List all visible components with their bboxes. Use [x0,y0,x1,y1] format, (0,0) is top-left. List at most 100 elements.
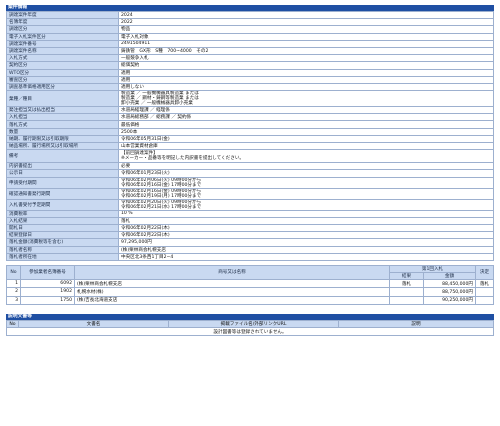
field-label: 結果登録日 [6,231,119,240]
company-name: 札幌水材(株) [74,287,390,297]
field-label: 数量 [6,127,119,136]
field-value: 令和06年05月31日(金) [118,134,494,144]
col-header-result: 結果 [389,271,424,280]
info-row: 電子入札案件区分 電子入札対象 [6,32,494,41]
info-row: 納期、履行期限又は引取期限 令和06年05月31日(金) [6,134,494,144]
col-header-doc-name: 文書名 [18,320,169,329]
field-label: 契約区分 [6,61,119,70]
info-row: 納品場所、履行場所又は引取場所 山本営業資材倉庫 [6,141,494,151]
field-value: 令和06年02月22日(木) [118,231,494,240]
table-row: 2 1902 札幌水材(株) 88,750,000円 [6,287,494,297]
col-header-description: 説明 [338,320,494,329]
field-label: 納期、履行期限又は引取期限 [6,134,119,144]
field-value: 2022 [118,18,494,27]
field-label: 公示日 [6,169,119,178]
company-name: (株)吉長北海道支店 [74,295,390,306]
field-value: 令和06年02月06日(火) 09時00分から 令和06年02月16日(金) 17… [118,176,494,189]
field-label: 調査基準価格適用区分 [6,82,119,92]
info-row: 名簿年度 2022 [6,18,494,27]
empty-message: 設計図書等は登録されていません。 [6,327,494,337]
info-row: 調達案件年度 2024 [6,10,494,20]
field-label: 納品場所、履行場所又は引取場所 [6,141,119,151]
field-label: 落札金額(消費税等を含む) [6,238,119,247]
field-value: 令和06年02月20日(火) 09時00分から 令和06年02月21日(水) 17… [118,198,494,211]
info-row: 落札方式 最低価格 [6,120,494,129]
field-value: 電子入札対象 [118,32,494,41]
page: 案件情報 調達案件年度 2024 名簿年度 2022 調達区分 物品 電子入札案件区分 電子入… [6,5,494,337]
bid-result: 落札 [389,278,424,289]
field-value: 中央区北3条西1丁目2−4 [118,252,494,261]
field-label: 業種／種目 [6,90,119,108]
field-value: 令和06年01月23日(火) [118,169,494,178]
field-label: 名簿年度 [6,18,119,27]
field-value: 10 % [118,209,494,218]
field-label: 電子入札案件区分 [6,32,119,41]
field-label: 備考 [6,149,119,164]
case-info-table: 調達案件年度 2024 名簿年度 2022 調達区分 物品 電子入札案件区分 電子入札対象 調達… [6,10,494,261]
info-row: 落札者名称 (株)栗林商会札幌支店 [6,245,494,254]
registry-number: 1902 [20,287,75,297]
table-row: 3 1750 (株)吉長北海道支店 90,250,000円 [6,295,494,306]
info-row: 消費税率 10 % [6,209,494,218]
info-row: 調査基準価格適用区分 適用しない [6,82,494,92]
field-value: 一般競争入札 [118,54,494,63]
field-value: 2024 [118,10,494,20]
info-row: 落札者所在地 中央区北3条西1丁目2−4 [6,252,494,261]
col-header-decision: 決定 [475,264,494,280]
info-row: 入札結果 落札 [6,216,494,225]
field-label: 確認通知書発行期間 [6,187,119,200]
field-label: 入札方式 [6,54,119,63]
field-value: 水道局経理課 ／ 経理係 [118,106,494,115]
field-value: 山本営業資材倉庫 [118,141,494,151]
bid-amount: 90,250,000円 [423,295,476,306]
info-row: 調達案件番号 2491504911 [6,39,494,48]
field-value: 総価契約 [118,61,494,70]
field-label: WTO区分 [6,68,119,77]
info-row: WTO区分 適用 [6,68,494,77]
bid-decision: 落札 [475,278,494,289]
info-row: 契約区分 総価契約 [6,61,494,70]
field-label: 申請受付期間 [6,176,119,189]
field-value: 物品 [118,25,494,34]
info-row: 調達区分 物品 [6,25,494,34]
field-label: 入札書受付予定期間 [6,198,119,211]
documents-table: No 文書名 掲載ファイル名/外部リンクURL 説明 設計図書等は登録されていま… [6,320,494,337]
bid-results-table: No 参加業者名簿番号 商号又は名称 第1回入札 決定 結果 金額 1 6092(… [6,264,494,306]
field-label: 開札日 [6,223,119,233]
field-label: 入札結果 [6,216,119,225]
field-value: (株)栗林商会札幌支店 [118,245,494,254]
field-value: 必要 [118,162,494,171]
info-row: 審査区分 適用 [6,75,494,84]
field-label: 調達案件名称 [6,46,119,56]
registry-number: 6092 [20,278,75,289]
field-label: 内訳書提出 [6,162,119,171]
bid-amount: 88,750,000円 [423,287,476,297]
field-label: 消費税率 [6,209,119,218]
bid-decision [475,295,494,306]
bid-amount: 88,450,000円 [423,278,476,289]
info-row: 入札方式 一般競争入札 [6,54,494,63]
col-header-round: 第1回入札 [389,264,476,273]
field-label: 調達区分 [6,25,119,34]
field-label: 落札方式 [6,120,119,129]
bid-result [389,287,424,297]
field-label: 落札者名称 [6,245,119,254]
info-row: 公示日 令和06年01月23日(火) [6,169,494,178]
info-row: 開札日 令和06年02月22日(木) [6,223,494,233]
field-value: 2491504911 [118,39,494,48]
field-value: 製造業 ／ 一般機械器具製造業 または 製造業 ／ 鋼材・鋳鋼等製造業 または 卸小… [118,90,494,108]
field-value: 【前回調達案件】 ※メーカー・品番等を明記した内訳書を提出してください。 [118,149,494,164]
field-value: 令和06年02月22日(木) [118,223,494,233]
table-row: 1 6092 (株)栗林商会札幌支店 落札 88,450,000円 落札 [6,278,494,289]
bid-no: 3 [6,295,21,306]
info-row: 発注担当又は払出担当 水道局経理課 ／ 経理係 [6,106,494,115]
field-value: 最低価格 [118,120,494,129]
field-label: 発注担当又は払出担当 [6,106,119,115]
col-header-file: 掲載ファイル名/外部リンクURL [168,320,339,329]
field-value: 適用 [118,68,494,77]
field-value: 落札 [118,216,494,225]
bid-no: 2 [6,287,21,297]
bid-no: 1 [6,278,21,289]
info-row: 内訳書提出 必要 [6,162,494,171]
company-name: (株)栗林商会札幌支店 [74,278,390,289]
